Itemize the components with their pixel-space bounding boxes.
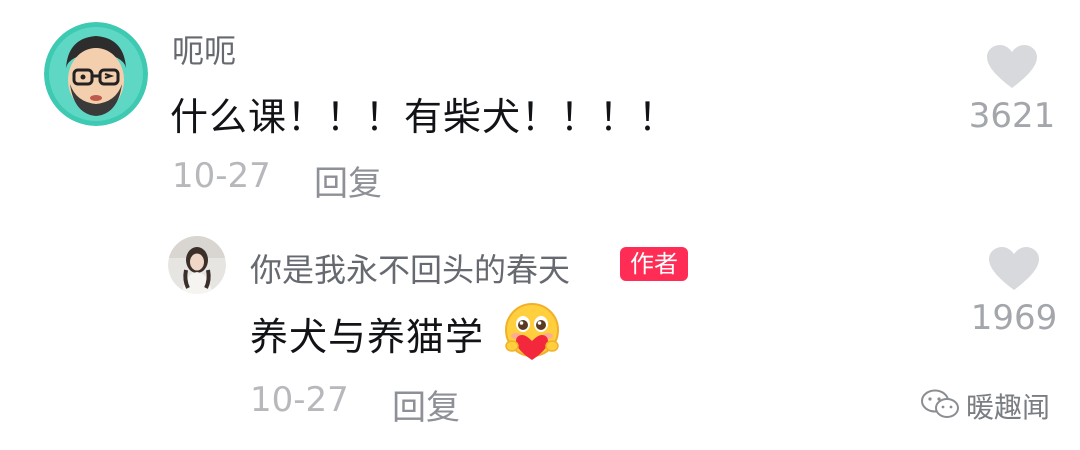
avatar-photo-icon xyxy=(168,236,226,294)
author-badge: 作者 xyxy=(620,247,688,281)
reply-avatar[interactable] xyxy=(168,236,226,294)
heart-hug-emoji xyxy=(500,300,564,364)
reply-username[interactable]: 你是我永不回头的春天 xyxy=(250,245,570,291)
reply-like-button[interactable]: 1969 xyxy=(962,246,1062,346)
watermark: 暖趣闻 xyxy=(920,384,1070,424)
comment-like-button[interactable]: 3621 xyxy=(960,44,1060,144)
avatar[interactable] xyxy=(44,22,148,126)
reply-date: 10-27 xyxy=(250,380,349,420)
heart-icon xyxy=(989,247,1039,290)
avatar-cartoon-face-icon xyxy=(44,22,148,126)
reply-like-count: 1969 xyxy=(970,298,1058,338)
comment-reply-button[interactable]: 回复 xyxy=(314,156,382,205)
watermark-text: 暖趣闻 xyxy=(966,391,1051,424)
heart-icon xyxy=(987,45,1037,88)
reply-text: 养犬与养猫学 xyxy=(250,315,485,359)
comment-like-count: 3621 xyxy=(968,96,1056,136)
comment-username[interactable]: 呃呃 xyxy=(172,26,236,72)
wechat-icon xyxy=(921,389,959,418)
comment-text: 什么课！！！有柴犬！！！！ xyxy=(170,95,678,139)
reply-reply-button[interactable]: 回复 xyxy=(392,380,460,429)
comment-date: 10-27 xyxy=(172,156,271,196)
